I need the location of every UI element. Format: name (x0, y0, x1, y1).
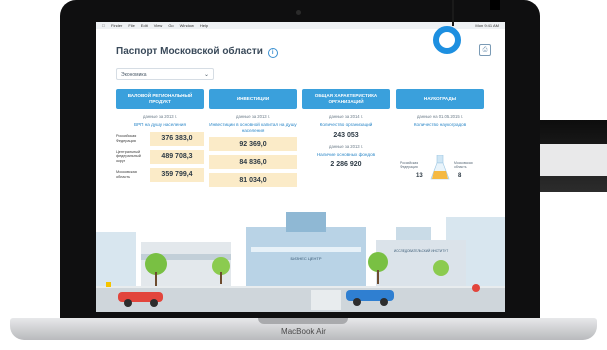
column-header[interactable]: ОБЩАЯ ХАРАКТЕРИСТИКА ОРГАНИЗАЦИЙ (302, 89, 390, 109)
info-icon[interactable]: i (267, 48, 278, 58)
decoration-bar-light (540, 144, 607, 176)
marker-line (452, 0, 454, 26)
column-grp: ВАЛОВОЙ РЕГИОНАЛЬНЫЙ ПРОДУКТ данные за 2… (116, 89, 204, 182)
institute-sign: ИССЛЕДОВАТЕЛЬСКИЙ ИНСТИТУТ (394, 249, 448, 253)
metric-link[interactable]: Наличие основных фондов (302, 152, 390, 158)
page-title: Паспорт Московской области i (116, 46, 278, 58)
highlight-ring-icon (433, 26, 461, 54)
data-note: данные за 2014 г. (329, 114, 363, 119)
row-value: 359 799,4 (150, 167, 204, 182)
flask-left-label: Российская Федерация (400, 161, 419, 170)
menu-help[interactable]: Help (200, 23, 208, 28)
city-illustration: БИЗНЕС ЦЕНТР ИССЛЕДОВАТЕЛЬСКИЙ ИНСТИТУТ (96, 202, 505, 312)
row-label: Московская область (116, 170, 137, 179)
category-select[interactable]: Экономика ⌄ (116, 68, 214, 80)
flask-right-value: 8 (458, 173, 462, 179)
value-box: 84 836,0 (209, 155, 297, 170)
menu-view[interactable]: View (154, 23, 163, 28)
column-organizations: ОБЩАЯ ХАРАКТЕРИСТИКА ОРГАНИЗАЦИЙ данные … (302, 89, 390, 168)
column-header[interactable]: ВАЛОВОЙ РЕГИОНАЛЬНЫЙ ПРОДУКТ (116, 89, 204, 109)
apple-icon[interactable]:  (102, 23, 105, 28)
data-note: данные за 2013 г. (329, 143, 363, 149)
menu-file[interactable]: File (128, 23, 134, 28)
metric-link[interactable]: Инвестиции в основной капитал на душу на… (209, 122, 297, 133)
row-label: Российская Федерация (116, 134, 137, 143)
column-investments: ИНВЕСТИЦИИ данные за 2013 г. Инвестиции … (209, 89, 297, 188)
column-science-cities: НАУКОГРАДЫ данные на 01.05.2015 г. Колич… (396, 89, 484, 189)
category-select-value: Экономика (121, 72, 147, 78)
row-value-text: 359 799,4 (161, 171, 193, 179)
organizations-value: 243 053 (333, 131, 359, 139)
laptop-lid:  Finder File Edit View Go Window Help M… (60, 0, 540, 322)
stat-row: Московская область 359 799,4 (116, 167, 204, 182)
row-value: 376 383,0 (150, 131, 204, 146)
stats-columns: ВАЛОВОЙ РЕГИОНАЛЬНЫЙ ПРОДУКТ данные за 2… (116, 89, 485, 219)
row-value-text: 376 383,0 (161, 135, 193, 143)
flask-percent: 61% (434, 183, 445, 189)
building-sign: БИЗНЕС ЦЕНТР (290, 256, 321, 261)
decoration-square (490, 0, 500, 10)
row-value: 489 708,3 (150, 149, 204, 164)
column-header[interactable]: ИНВЕСТИЦИИ (209, 89, 297, 109)
page-title-text: Паспорт Московской области (116, 46, 263, 57)
row-value-text: 489 708,3 (161, 153, 193, 161)
value-box: 81 034,0 (209, 173, 297, 188)
print-icon[interactable]: ⎙ (479, 44, 491, 56)
metric-link[interactable]: Количество наукоградов (396, 122, 484, 128)
menu-go[interactable]: Go (168, 23, 173, 28)
camera (296, 10, 301, 15)
flask-right-label: Московская область (454, 161, 473, 170)
fixed-assets-value: 2 286 920 (330, 161, 362, 169)
laptop-brand: MacBook Air (281, 327, 326, 336)
data-note: данные за 2013 г. (236, 114, 270, 119)
screen:  Finder File Edit View Go Window Help M… (96, 22, 505, 312)
chevron-down-icon: ⌄ (203, 72, 209, 78)
menu-window[interactable]: Window (180, 23, 194, 28)
stat-row: Центральный федеральный округ 489 708,3 (116, 149, 204, 164)
row-label: Центральный федеральный округ (116, 149, 141, 163)
metric-link[interactable]: ВРП на душу населения (116, 122, 204, 128)
flask-left-value: 13 (416, 173, 423, 179)
data-note: данные на 01.05.2015 г. (416, 114, 463, 119)
column-header[interactable]: НАУКОГРАДЫ (396, 89, 484, 109)
flask-icon (430, 155, 450, 180)
menu-finder[interactable]: Finder (111, 23, 122, 28)
menubar-clock: Mon 9:41 AM (475, 23, 499, 28)
data-note: данные за 2013 г. (143, 114, 177, 119)
stat-row: Российская Федерация 376 383,0 (116, 131, 204, 146)
value-box: 92 369,0 (209, 137, 297, 152)
menu-edit[interactable]: Edit (141, 23, 148, 28)
laptop-notch (258, 318, 348, 324)
metric-link[interactable]: Количество организаций (302, 122, 390, 128)
